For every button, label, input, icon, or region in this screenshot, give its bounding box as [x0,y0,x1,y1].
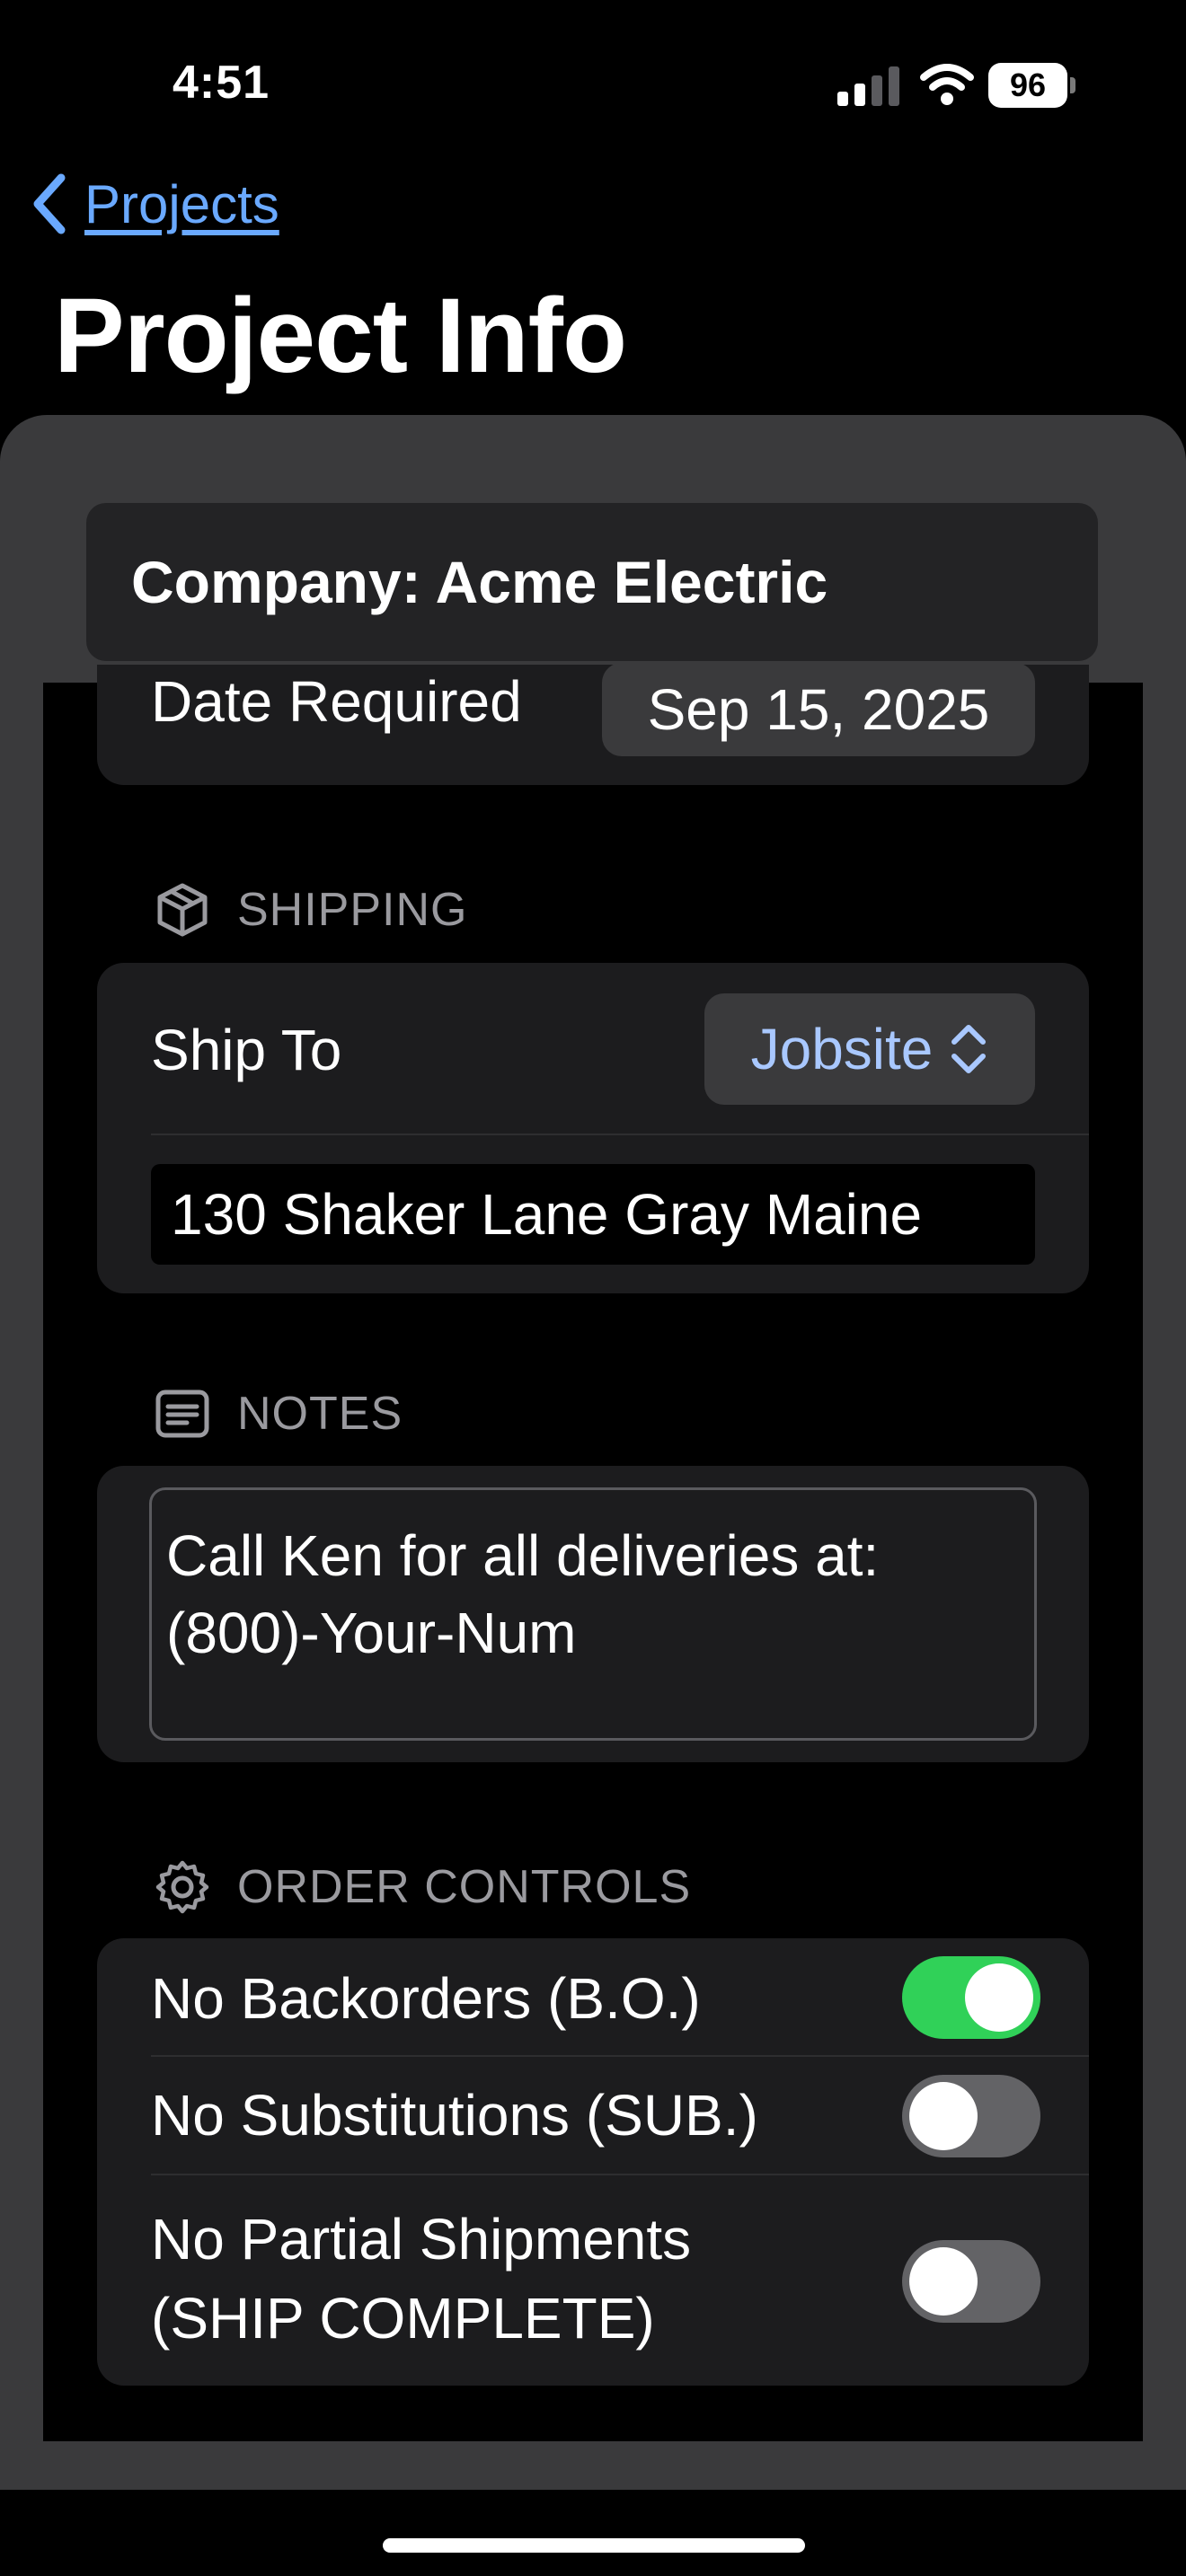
no-substitutions-label: No Substitutions (SUB.) [151,2083,758,2148]
no-partial-shipments-label-line1: No Partial Shipments [151,2207,692,2272]
no-partial-shipments-label-line2: (SHIP COMPLETE) [151,2286,655,2351]
notes-section-header: NOTES [155,1387,403,1441]
no-partial-shipments-toggle[interactable] [902,2240,1040,2323]
address-field[interactable]: 130 Shaker Lane Gray Maine [151,1164,1035,1265]
divider [151,1134,1089,1135]
notes-line-2: (800)-Your-Num [166,1601,577,1665]
shipping-section-header: SHIPPING [155,882,468,938]
notes-line-1: Call Ken for all deliveries at: [166,1523,880,1588]
note-icon [155,1389,209,1438]
notes-text-area[interactable]: Call Ken for all deliveries at: (800)-Yo… [149,1487,1037,1741]
no-backorders-toggle[interactable] [902,1956,1040,2039]
cellular-signal-icon [837,66,899,106]
chevron-left-icon [33,173,66,234]
ship-to-label: Ship To [151,1018,342,1082]
company-header: Company: Acme Electric [86,503,1098,661]
shipping-header-label: SHIPPING [237,884,468,936]
date-required-label: Date Required [151,669,522,734]
page-title: Project Info [54,277,627,395]
notes-header-label: NOTES [237,1388,403,1440]
battery-icon: 96 [988,63,1076,108]
date-picker-button[interactable]: Sep 15, 2025 [602,663,1035,756]
chevron-up-down-icon [951,1025,987,1073]
ship-to-picker[interactable]: Jobsite [704,993,1035,1105]
divider [151,2174,1089,2175]
battery-level: 96 [988,63,1067,108]
order-controls-section-header: ORDER CONTROLS [155,1859,691,1915]
order-controls-header-label: ORDER CONTROLS [237,1861,692,1913]
no-substitutions-toggle[interactable] [902,2075,1040,2157]
home-indicator [383,2538,805,2553]
status-time: 4:51 [173,57,270,109]
back-label: Projects [84,173,279,234]
ship-to-value: Jobsite [750,1017,934,1081]
gear-icon [155,1860,209,1914]
box-icon [157,883,208,937]
divider [151,2055,1089,2057]
wifi-icon [920,64,974,105]
no-backorders-label: No Backorders (B.O.) [151,1966,701,2031]
back-button[interactable]: Projects [31,172,279,235]
